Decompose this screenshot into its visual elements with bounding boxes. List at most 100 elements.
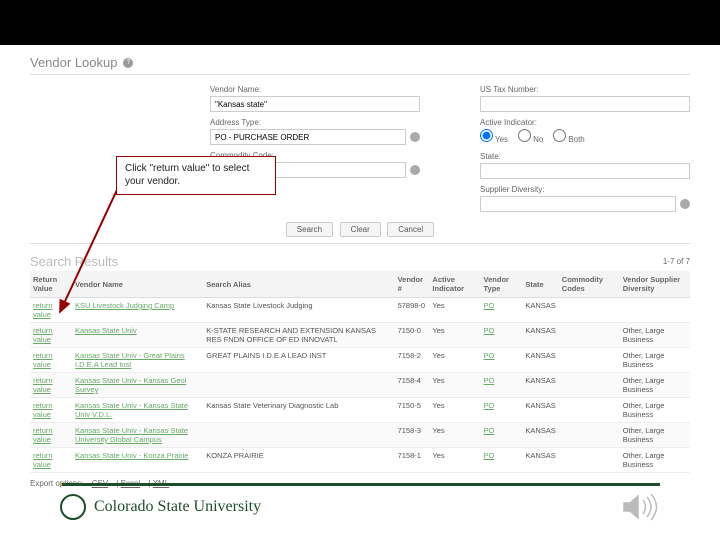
- return-value-link[interactable]: return value: [33, 326, 53, 344]
- lookup-icon[interactable]: [410, 132, 420, 142]
- cell-alias: [203, 423, 394, 448]
- return-value-link[interactable]: return value: [33, 351, 53, 369]
- vendor-type-link[interactable]: PO: [484, 301, 495, 310]
- radio-yes[interactable]: Yes: [480, 129, 508, 144]
- col-search-alias[interactable]: Search Alias: [203, 271, 394, 298]
- cell-state: KANSAS: [522, 448, 558, 473]
- cell-state: KANSAS: [522, 298, 558, 323]
- col-supplier-div[interactable]: Vendor Supplier Diversity: [620, 271, 690, 298]
- cell-commodity: [559, 423, 620, 448]
- divider: [30, 74, 690, 75]
- vendor-name-label: Vendor Name:: [210, 85, 420, 94]
- page-title: Vendor Lookup ?: [30, 55, 690, 70]
- vendor-type-link[interactable]: PO: [484, 351, 495, 360]
- cell-commodity: [559, 398, 620, 423]
- cell-vendor-num: 7158-2: [395, 348, 430, 373]
- vendor-type-link[interactable]: PO: [484, 401, 495, 410]
- table-row: return value Kansas State Univ - Konza Pr…: [30, 448, 690, 473]
- col-vendor-name[interactable]: Vendor Name: [72, 271, 203, 298]
- cell-state: KANSAS: [522, 423, 558, 448]
- address-type-input[interactable]: [210, 129, 406, 145]
- cell-state: KANSAS: [522, 373, 558, 398]
- col-active-indicator[interactable]: Active Indicator: [429, 271, 480, 298]
- return-value-link[interactable]: return value: [33, 376, 53, 394]
- table-row: return value Kansas State Univ K-STATE RES…: [30, 323, 690, 348]
- cell-active: Yes: [429, 398, 480, 423]
- cell-state: KANSAS: [522, 348, 558, 373]
- cell-vendor-num: 7158-4: [395, 373, 430, 398]
- return-value-link[interactable]: return value: [33, 426, 53, 444]
- cell-vendor-num: 57898-0: [395, 298, 430, 323]
- table-row: return value Kansas State Univ - Great Pl…: [30, 348, 690, 373]
- table-row: return value KSU Livestock Judging Camp Ka…: [30, 298, 690, 323]
- cell-state: KANSAS: [522, 323, 558, 348]
- csu-medallion-icon: [60, 494, 86, 520]
- cell-active: Yes: [429, 448, 480, 473]
- cell-commodity: [559, 323, 620, 348]
- radio-no[interactable]: No: [518, 129, 543, 144]
- col-state[interactable]: State: [522, 271, 558, 298]
- footer: Colorado State University: [0, 483, 720, 522]
- state-label: State:: [480, 152, 690, 161]
- clear-button[interactable]: Clear: [340, 222, 381, 237]
- cell-supplier-div: Other, Large Business: [620, 398, 690, 423]
- cell-alias: K-STATE RESEARCH AND EXTENSION KANSAS RE…: [203, 323, 394, 348]
- cell-state: KANSAS: [522, 398, 558, 423]
- vendor-name-link[interactable]: KSU Livestock Judging Camp: [75, 301, 174, 310]
- cell-vendor-num: 7158-1: [395, 448, 430, 473]
- lookup-icon[interactable]: [410, 165, 420, 175]
- help-icon[interactable]: ?: [123, 58, 133, 68]
- search-button[interactable]: Search: [286, 222, 333, 237]
- vendor-name-link[interactable]: Kansas State Univ - Kansas State Univ V.…: [75, 401, 188, 419]
- col-vendor-type[interactable]: Vendor Type: [481, 271, 523, 298]
- us-tax-input[interactable]: [480, 96, 690, 112]
- cell-supplier-div: Other, Large Business: [620, 448, 690, 473]
- cell-active: Yes: [429, 298, 480, 323]
- instruction-callout: Click "return value" to select your vend…: [116, 156, 276, 195]
- vendor-name-link[interactable]: Kansas State Univ - Kansas State Univers…: [75, 426, 188, 444]
- address-type-label: Address Type:: [210, 118, 420, 127]
- cell-alias: KONZA PRAIRIE: [203, 448, 394, 473]
- cell-active: Yes: [429, 323, 480, 348]
- cell-commodity: [559, 373, 620, 398]
- cell-supplier-div: [620, 298, 690, 323]
- cell-alias: GREAT PLAINS I.D.E.A LEAD INST: [203, 348, 394, 373]
- vendor-type-link[interactable]: PO: [484, 326, 495, 335]
- cancel-button[interactable]: Cancel: [387, 222, 434, 237]
- vendor-type-link[interactable]: PO: [484, 426, 495, 435]
- active-indicator-radios: Yes No Both: [480, 129, 690, 146]
- col-return-value[interactable]: Return Value: [30, 271, 72, 298]
- return-value-link[interactable]: return value: [33, 301, 53, 319]
- page-title-text: Vendor Lookup: [30, 55, 117, 70]
- vendor-type-link[interactable]: PO: [484, 376, 495, 385]
- csu-logo-text: Colorado State University: [94, 498, 261, 516]
- col-vendor-num[interactable]: Vendor #: [395, 271, 430, 298]
- us-tax-label: US Tax Number:: [480, 85, 690, 94]
- cell-vendor-num: 7150-5: [395, 398, 430, 423]
- cell-commodity: [559, 298, 620, 323]
- cell-active: Yes: [429, 423, 480, 448]
- col-commodity[interactable]: Commodity Codes: [559, 271, 620, 298]
- cell-supplier-div: Other, Large Business: [620, 373, 690, 398]
- radio-both[interactable]: Both: [553, 129, 584, 144]
- csu-logo: Colorado State University: [60, 494, 261, 520]
- active-indicator-label: Active Indicator:: [480, 118, 690, 127]
- search-results-title: Search Results: [30, 254, 118, 269]
- vendor-name-link[interactable]: Kansas State Univ - Kansas Geol Survey: [75, 376, 186, 394]
- table-row: return value Kansas State Univ - Kansas S…: [30, 423, 690, 448]
- vendor-name-link[interactable]: Kansas State Univ - Konza Prairie: [75, 451, 188, 460]
- cell-alias: Kansas State Livestock Judging: [203, 298, 394, 323]
- vendor-name-link[interactable]: Kansas State Univ - Great Plains I.D.E.A…: [75, 351, 185, 369]
- vendor-type-link[interactable]: PO: [484, 451, 495, 460]
- state-input[interactable]: [480, 163, 690, 179]
- lookup-icon[interactable]: [680, 199, 690, 209]
- results-table: Return Value Vendor Name Search Alias Ve…: [30, 271, 690, 473]
- vendor-name-link[interactable]: Kansas State Univ: [75, 326, 137, 335]
- cell-supplier-div: Other, Large Business: [620, 323, 690, 348]
- cell-alias: Kansas State Veterinary Diagnostic Lab: [203, 398, 394, 423]
- supplier-diversity-label: Supplier Diversity:: [480, 185, 690, 194]
- return-value-link[interactable]: return value: [33, 451, 53, 469]
- return-value-link[interactable]: return value: [33, 401, 53, 419]
- vendor-name-input[interactable]: [210, 96, 420, 112]
- supplier-diversity-input[interactable]: [480, 196, 676, 212]
